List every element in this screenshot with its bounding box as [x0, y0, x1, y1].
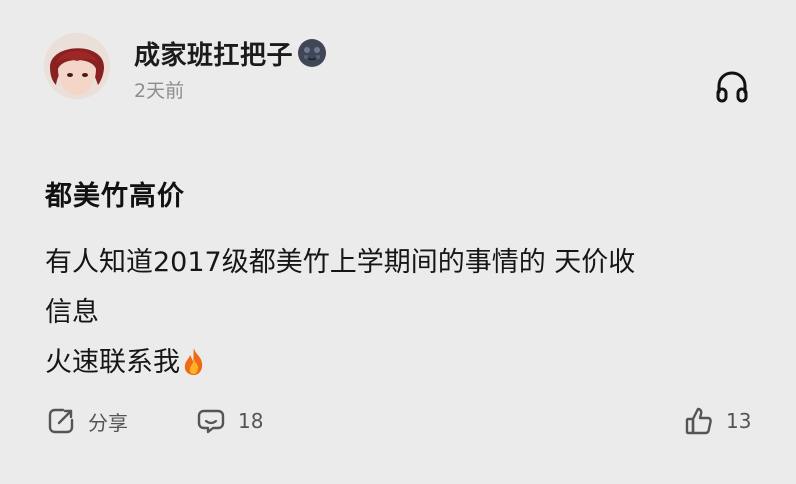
dark-round-face-badge-icon [298, 39, 327, 67]
like-count: 13 [726, 409, 752, 433]
like-button[interactable]: 13 [684, 406, 751, 436]
post-body-line-with-emoji: 火速联系我 [45, 338, 755, 388]
avatar[interactable] [44, 33, 110, 99]
comment-button[interactable]: 18 [196, 406, 263, 436]
post-card: 成家班扛把子 2天前 都美竹高价 有人知道2017级都美竹上学期间的事情的 天价… [0, 0, 796, 484]
post-body-line: 火速联系我 [45, 347, 180, 378]
share-label: 分享 [88, 410, 128, 435]
headphones-icon[interactable] [714, 70, 750, 104]
thumbs-up-icon [685, 407, 712, 435]
share-edit-icon [48, 408, 74, 434]
avatar-image [44, 33, 110, 99]
share-button[interactable]: 分享 [46, 406, 128, 436]
post-body-line: 有人知道2017级都美竹上学期间的事情的 天价收 [45, 247, 636, 278]
comment-bubble-icon [197, 409, 225, 434]
username[interactable]: 成家班扛把子 [134, 35, 293, 72]
post-title: 都美竹高价 [45, 181, 185, 212]
action-bar: 分享 18 13 [0, 400, 796, 448]
post-timestamp: 2天前 [134, 80, 185, 102]
comment-count: 18 [238, 409, 264, 433]
post-body: 有人知道2017级都美竹上学期间的事情的 天价收 信息 火速联系我 [45, 238, 755, 388]
fire-icon [184, 348, 203, 375]
username-row[interactable]: 成家班扛把子 [134, 35, 327, 72]
post-body-line: 信息 [45, 297, 99, 328]
